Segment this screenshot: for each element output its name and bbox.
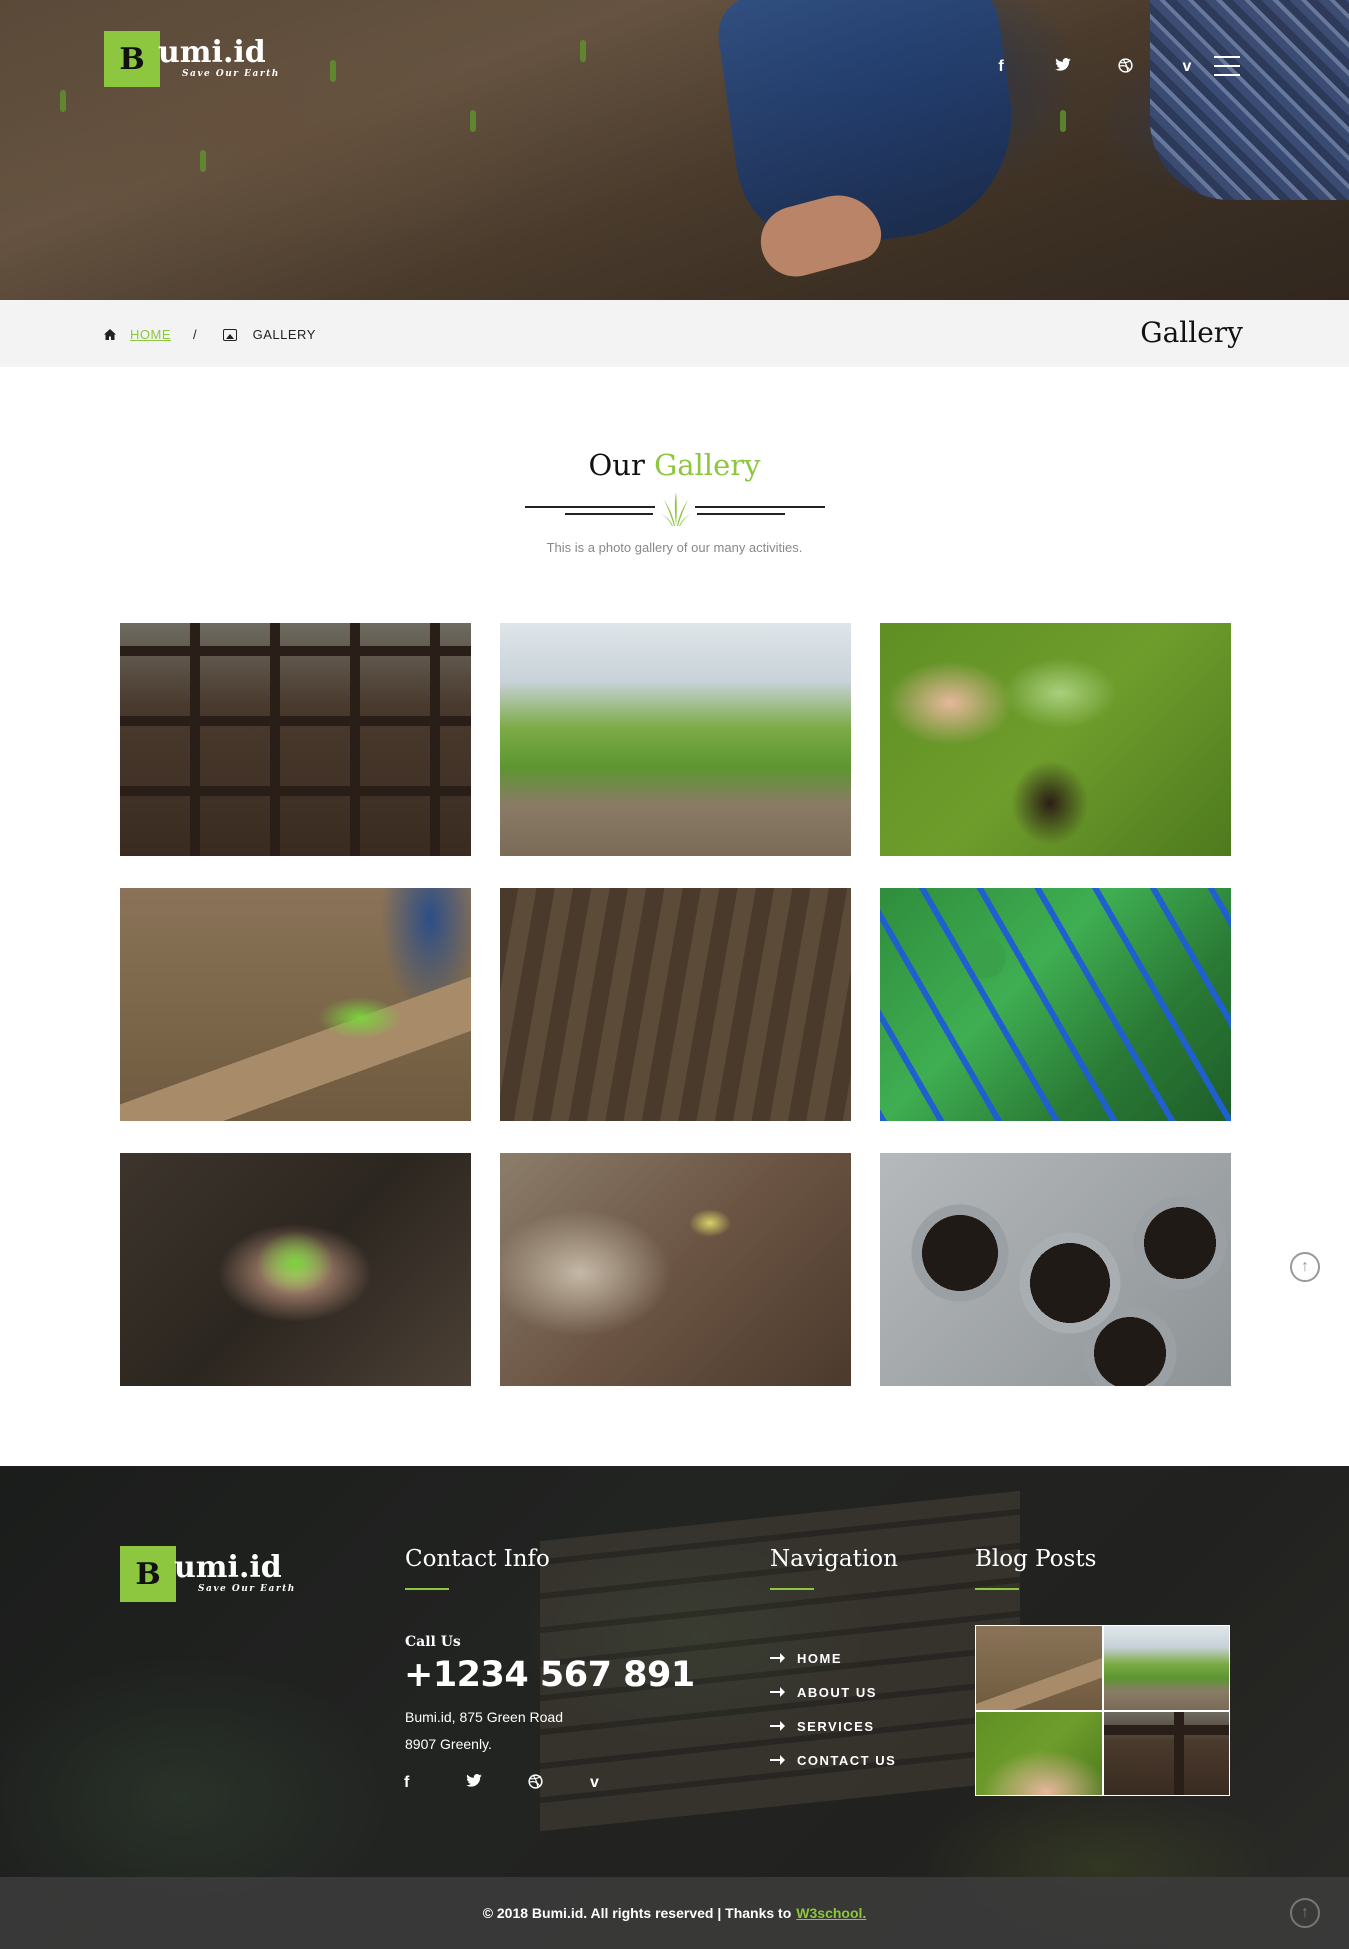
divider-line: [694, 506, 825, 508]
vimeo-icon[interactable]: v: [590, 1774, 652, 1794]
scroll-to-top-icon[interactable]: ↑: [1290, 1898, 1320, 1928]
gallery-title-part2: Gallery: [654, 448, 761, 482]
navigation-title: Navigation: [770, 1546, 898, 1590]
breadcrumb-current: GALLERY: [252, 327, 316, 342]
vimeo-icon[interactable]: v: [1156, 58, 1218, 78]
sprout: [580, 40, 586, 62]
page-title: Gallery: [1140, 316, 1243, 349]
gallery-image-soybean-field[interactable]: [500, 623, 851, 856]
logo-tagline: Save Our Earth: [182, 69, 280, 79]
logo-tagline: Save Our Earth: [198, 1584, 296, 1594]
gallery-image-seedlings-in-tray[interactable]: [120, 623, 471, 856]
burger-line: [1214, 65, 1240, 67]
blog-thumb-raking-soil[interactable]: [976, 1626, 1102, 1710]
footer-social-links: f v: [404, 1774, 652, 1794]
nav-label: CONTACT US: [797, 1752, 897, 1768]
call-us-label: Call Us: [405, 1634, 461, 1650]
gallery-heading: Our Gallery This is a photo gallery of o…: [0, 448, 1349, 555]
footer-nav-contact-us[interactable]: CONTACT US: [770, 1743, 896, 1777]
logo-wordmark: umi.id Save Our Earth: [158, 31, 280, 80]
sprout: [200, 150, 206, 172]
footer-nav-services[interactable]: SERVICES: [770, 1709, 896, 1743]
footer-nav-about-us[interactable]: ABOUT US: [770, 1675, 896, 1709]
image-icon: [222, 328, 237, 341]
logo-name: umi.id: [174, 1550, 282, 1585]
address-line-1: Bumi.id, 875 Green Road: [405, 1709, 563, 1725]
breadcrumb-home-link[interactable]: HOME: [130, 327, 171, 342]
title-divider: [524, 488, 825, 528]
copyright-bar: © 2018 Bumi.id. All rights reserved | Th…: [0, 1877, 1349, 1949]
gallery-image-sprouting-seed[interactable]: [500, 1153, 851, 1386]
footer-logo[interactable]: B umi.id Save Our Earth: [120, 1546, 296, 1602]
gallery-image-plant-in-hands[interactable]: [120, 1153, 471, 1386]
contact-info-title: Contact Info: [405, 1546, 550, 1590]
hamburger-menu-icon[interactable]: [1214, 56, 1240, 83]
phone-number[interactable]: +1234 567 891: [404, 1655, 695, 1695]
gallery-image-herb-pots[interactable]: [880, 1153, 1231, 1386]
divider-line: [696, 513, 785, 515]
burger-line: [1214, 56, 1240, 58]
blog-thumb-seedlings-in-tray[interactable]: [1103, 1711, 1229, 1795]
nav-label: ABOUT US: [797, 1684, 877, 1700]
twitter-icon[interactable]: [466, 1774, 528, 1794]
sprout: [470, 110, 476, 132]
scroll-to-top-icon[interactable]: ↑: [1290, 1252, 1320, 1282]
twitter-icon[interactable]: [1032, 58, 1094, 78]
gallery-subtitle: This is a photo gallery of our many acti…: [546, 540, 803, 555]
blog-thumb-seedling-in-fingers[interactable]: [976, 1711, 1102, 1795]
arrow-right-icon: [770, 1721, 785, 1731]
divider-line: [564, 513, 653, 515]
facebook-icon[interactable]: f: [970, 58, 1032, 78]
credit-link[interactable]: W3school.: [796, 1905, 866, 1921]
gallery-title: Our Gallery: [0, 448, 1349, 482]
gallery-image-seedling-in-fingers[interactable]: [880, 623, 1231, 856]
address-line-2: 8907 Greenly.: [405, 1736, 492, 1752]
footer-navigation: HOME ABOUT US SERVICES CONTACT US: [770, 1641, 896, 1777]
site-logo[interactable]: B umi.id Save Our Earth: [104, 31, 280, 87]
arrow-right-icon: [770, 1687, 785, 1697]
sprout: [60, 90, 66, 112]
hero-shirt: [1150, 0, 1349, 200]
breadcrumb-bar: HOME / GALLERY Gallery: [0, 300, 1349, 367]
dribbble-icon[interactable]: [1094, 58, 1156, 78]
logo-letter: B: [120, 1546, 176, 1602]
arrow-right-icon: [770, 1653, 785, 1663]
dribbble-icon[interactable]: [528, 1774, 590, 1794]
footer-nav-home[interactable]: HOME: [770, 1641, 896, 1675]
burger-line: [1214, 74, 1240, 76]
arrow-right-icon: [770, 1755, 785, 1765]
breadcrumb-separator: /: [193, 327, 197, 342]
nav-label: HOME: [797, 1650, 842, 1666]
gallery-image-plowed-rows[interactable]: [500, 888, 851, 1121]
facebook-icon[interactable]: f: [404, 1774, 466, 1794]
logo-name: umi.id: [158, 35, 266, 70]
gallery-title-part1: Our: [588, 448, 645, 482]
blog-posts-grid: [975, 1625, 1230, 1796]
blog-thumb-soybean-field[interactable]: [1103, 1626, 1229, 1710]
sprout: [330, 60, 336, 82]
header-social-links: f v: [970, 58, 1218, 78]
gallery-image-raking-soil[interactable]: [120, 888, 471, 1121]
logo-wordmark: umi.id Save Our Earth: [174, 1546, 296, 1595]
gallery-image-plants-in-blue-crates[interactable]: [880, 888, 1231, 1121]
logo-letter: B: [104, 31, 160, 87]
blog-posts-title: Blog Posts: [975, 1546, 1097, 1590]
grass-icon: [660, 492, 691, 526]
breadcrumb: HOME / GALLERY: [104, 327, 316, 342]
sprout: [1060, 110, 1066, 132]
divider-line: [524, 506, 655, 508]
nav-label: SERVICES: [797, 1718, 875, 1734]
home-icon: [104, 328, 116, 341]
copyright-text: © 2018 Bumi.id. All rights reserved | Th…: [482, 1905, 792, 1921]
